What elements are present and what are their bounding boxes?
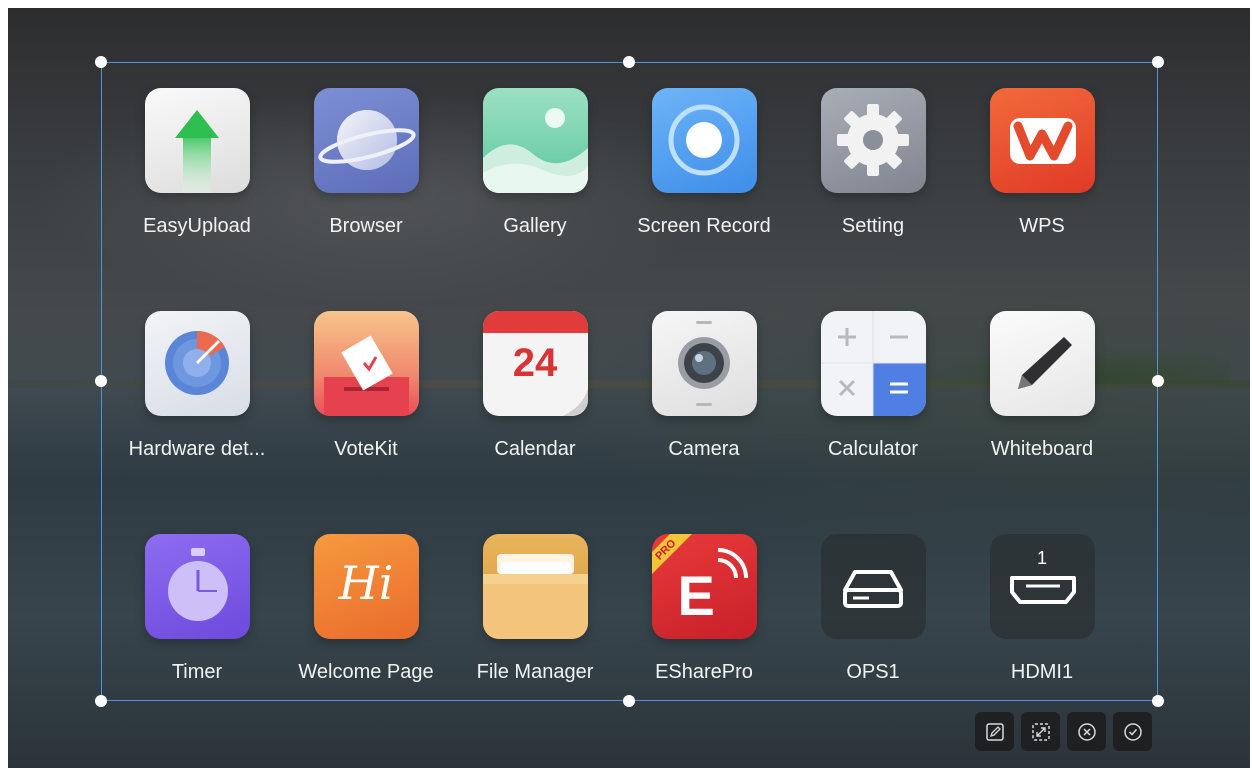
- close-button[interactable]: [1067, 712, 1106, 751]
- welcome-glyph: Hi: [338, 556, 394, 610]
- app-setting[interactable]: Setting: [788, 88, 958, 238]
- resize-icon: [1031, 722, 1050, 741]
- resize-handle-top-left[interactable]: [95, 56, 107, 68]
- camera-icon: [651, 311, 757, 416]
- app-label: File Manager: [476, 661, 594, 683]
- app-wps[interactable]: WPS: [957, 88, 1127, 238]
- resize-handle-right[interactable]: [1152, 375, 1164, 387]
- browser-icon: [313, 88, 419, 193]
- app-label: WPS: [1019, 215, 1065, 237]
- app-label: Browser: [329, 215, 403, 237]
- timer-icon: [144, 534, 250, 639]
- easyupload-icon: [144, 88, 250, 193]
- home-screen: EasyUpload Browser Gallery Screen Record…: [8, 8, 1250, 768]
- resize-handle-left[interactable]: [95, 375, 107, 387]
- confirm-button[interactable]: [1113, 712, 1152, 751]
- hdmi-port-number: 1: [1036, 548, 1047, 568]
- edit-icon: [985, 722, 1004, 741]
- close-circle-icon: [1077, 722, 1096, 741]
- app-ops1[interactable]: OPS1: [788, 534, 958, 684]
- resize-handle-bottom[interactable]: [623, 695, 635, 707]
- app-timer[interactable]: Timer: [112, 534, 282, 684]
- calculator-icon: [820, 311, 926, 416]
- app-label: EasyUpload: [143, 215, 251, 237]
- app-camera[interactable]: Camera: [619, 311, 789, 461]
- app-label: Welcome Page: [298, 661, 434, 683]
- app-label: ESharePro: [655, 661, 753, 683]
- wps-icon: [989, 88, 1095, 193]
- app-label: Calculator: [827, 438, 919, 460]
- app-label: Screen Record: [637, 215, 771, 237]
- app-label: HDMI1: [1010, 661, 1074, 683]
- screen-record-icon: [651, 88, 757, 193]
- gear-icon: [820, 88, 926, 193]
- app-label: Whiteboard: [990, 438, 1094, 460]
- app-label: Camera: [668, 438, 740, 460]
- app-label: Calendar: [494, 438, 576, 460]
- app-label: OPS1: [846, 661, 900, 683]
- ops-icon: [820, 534, 926, 639]
- app-label: Hardware det...: [128, 438, 266, 460]
- app-label: Setting: [841, 215, 905, 237]
- hardware-detection-icon: [144, 311, 250, 416]
- app-easyupload[interactable]: EasyUpload: [112, 88, 282, 238]
- app-browser[interactable]: Browser: [281, 88, 451, 238]
- app-welcome-page[interactable]: Hi Welcome Page: [281, 534, 451, 684]
- votekit-icon: [313, 311, 419, 416]
- folder-icon: [482, 534, 588, 639]
- selection-toolbar: [975, 712, 1152, 751]
- app-label: Timer: [171, 661, 223, 683]
- app-label: VoteKit: [334, 438, 398, 460]
- welcome-page-icon: Hi: [313, 534, 419, 639]
- app-screen-record[interactable]: Screen Record: [619, 88, 789, 238]
- check-circle-icon: [1123, 722, 1142, 741]
- calendar-icon: 24: [482, 311, 588, 416]
- app-hardware-detection[interactable]: Hardware det...: [112, 311, 282, 461]
- edit-button[interactable]: [975, 712, 1014, 751]
- resize-handle-bottom-left[interactable]: [95, 695, 107, 707]
- whiteboard-icon: [989, 311, 1095, 416]
- app-file-manager[interactable]: File Manager: [450, 534, 620, 684]
- esharepro-icon: PRO E: [651, 534, 757, 639]
- app-whiteboard[interactable]: Whiteboard: [957, 311, 1127, 461]
- resize-handle-top[interactable]: [623, 56, 635, 68]
- gallery-icon: [482, 88, 588, 193]
- app-hdmi1[interactable]: 1 HDMI1: [957, 534, 1127, 684]
- resize-handle-top-right[interactable]: [1152, 56, 1164, 68]
- app-calendar[interactable]: 24 Calendar: [450, 311, 620, 461]
- app-esharepro[interactable]: PRO E ESharePro: [619, 534, 789, 684]
- hdmi-icon: 1: [989, 534, 1095, 639]
- resize-handle-bottom-right[interactable]: [1152, 695, 1164, 707]
- app-gallery[interactable]: Gallery: [450, 88, 620, 238]
- app-label: Gallery: [503, 215, 567, 237]
- app-calculator[interactable]: Calculator: [788, 311, 958, 461]
- esharepro-letter: E: [677, 564, 715, 627]
- resize-button[interactable]: [1021, 712, 1060, 751]
- app-votekit[interactable]: VoteKit: [281, 311, 451, 461]
